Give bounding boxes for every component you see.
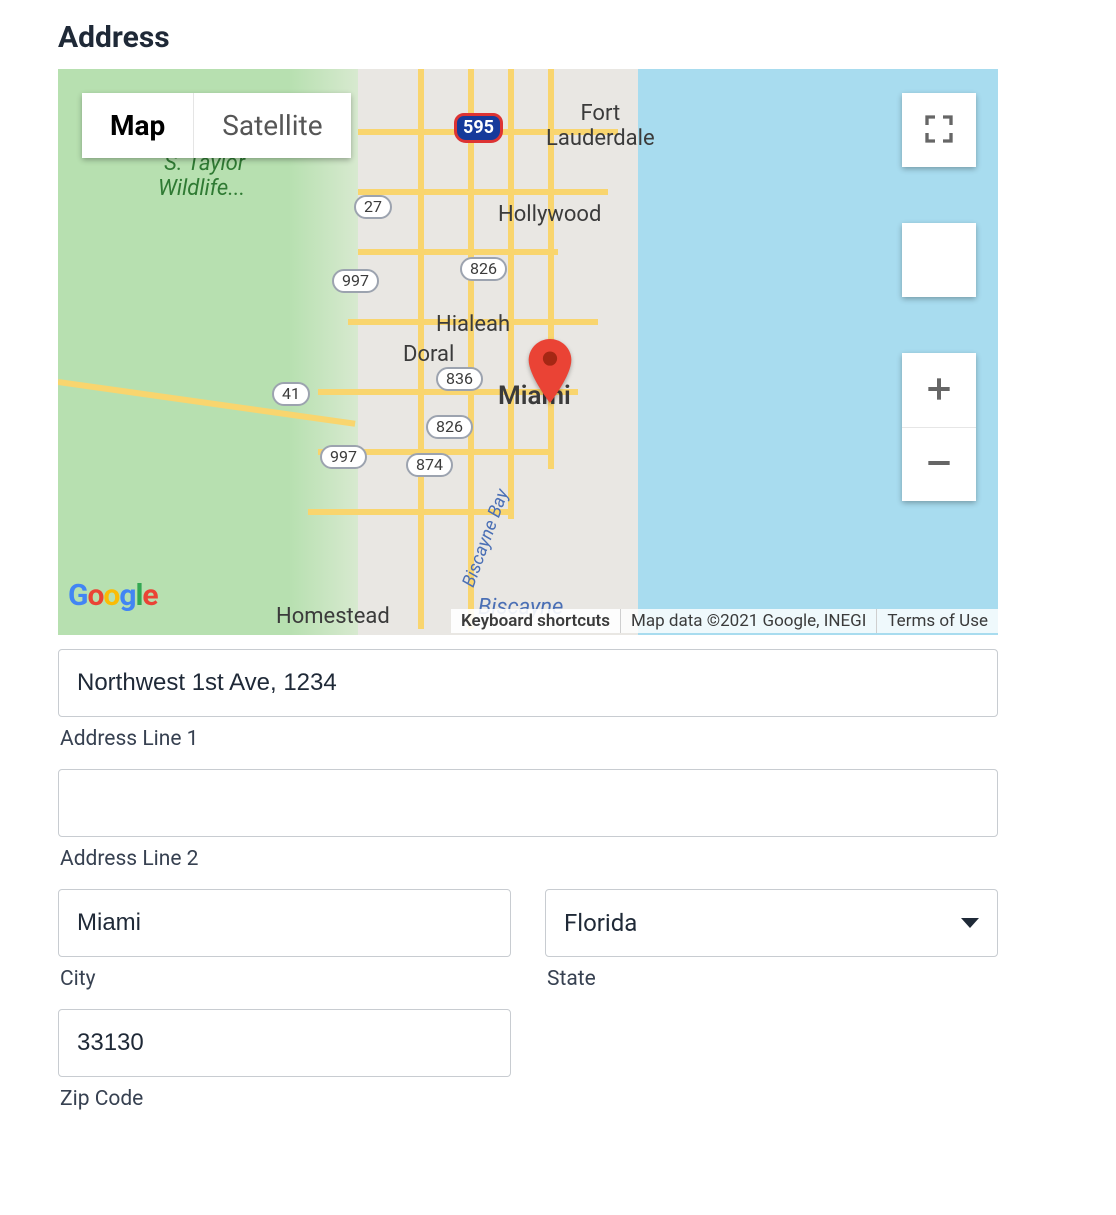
- streetview-button[interactable]: [902, 223, 976, 297]
- map-canvas[interactable]: Fort Lauderdale Hollywood Hialeah Doral …: [58, 69, 998, 635]
- route-shield-sr836: 836: [436, 367, 483, 391]
- map-footer: Keyboard shortcuts Map data ©2021 Google…: [58, 607, 998, 635]
- fullscreen-icon: [923, 113, 955, 148]
- map-label-hialeah: Hialeah: [436, 312, 510, 337]
- address-line-1-label: Address Line 1: [60, 727, 998, 751]
- keyboard-shortcuts-button[interactable]: Keyboard shortcuts: [451, 609, 620, 633]
- zoom-in-button[interactable]: [902, 353, 976, 427]
- map-type-map-button[interactable]: Map: [82, 93, 193, 158]
- address-line-1-input[interactable]: [58, 649, 998, 717]
- state-select[interactable]: Florida: [545, 889, 998, 957]
- route-shield-us27: 27: [354, 195, 392, 219]
- zip-code-label: Zip Code: [60, 1087, 998, 1111]
- zip-code-input[interactable]: [58, 1009, 511, 1077]
- terms-link[interactable]: Terms of Use: [876, 609, 998, 633]
- city-label: City: [60, 967, 511, 991]
- section-title: Address: [58, 20, 1058, 55]
- address-line-2-label: Address Line 2: [60, 847, 998, 871]
- route-shield-sr997b: 997: [320, 445, 367, 469]
- state-select-value: Florida: [564, 909, 637, 937]
- map-type-toggle: Map Satellite: [82, 93, 351, 158]
- map-controls: [902, 93, 976, 501]
- map-attribution: Map data ©2021 Google, INEGI: [620, 609, 876, 633]
- map-label-fort-lauderdale: Fort Lauderdale: [546, 101, 655, 151]
- route-shield-sr826b: 826: [426, 415, 473, 439]
- route-shield-sr826a: 826: [460, 257, 507, 281]
- route-shield-sr874: 874: [406, 453, 453, 477]
- route-shield-i595: 595: [454, 113, 503, 143]
- route-shield-sr997a: 997: [332, 269, 379, 293]
- city-input[interactable]: [58, 889, 511, 957]
- chevron-down-icon: [961, 918, 979, 928]
- map-pin-icon: [528, 339, 572, 407]
- map-label-doral: Doral: [403, 342, 454, 367]
- state-label: State: [547, 967, 998, 991]
- fullscreen-button[interactable]: [902, 93, 976, 167]
- route-shield-us41: 41: [272, 382, 310, 406]
- minus-icon: [923, 447, 955, 482]
- zoom-out-button[interactable]: [902, 427, 976, 501]
- plus-icon: [923, 373, 955, 408]
- map-type-satellite-button[interactable]: Satellite: [194, 93, 350, 158]
- address-form: Address Line 1 Address Line 2 City Flori…: [58, 649, 998, 1111]
- map-label-wildlife: S. Taylor Wildlife...: [158, 151, 245, 201]
- address-line-2-input[interactable]: [58, 769, 998, 837]
- map-label-hollywood: Hollywood: [498, 202, 601, 227]
